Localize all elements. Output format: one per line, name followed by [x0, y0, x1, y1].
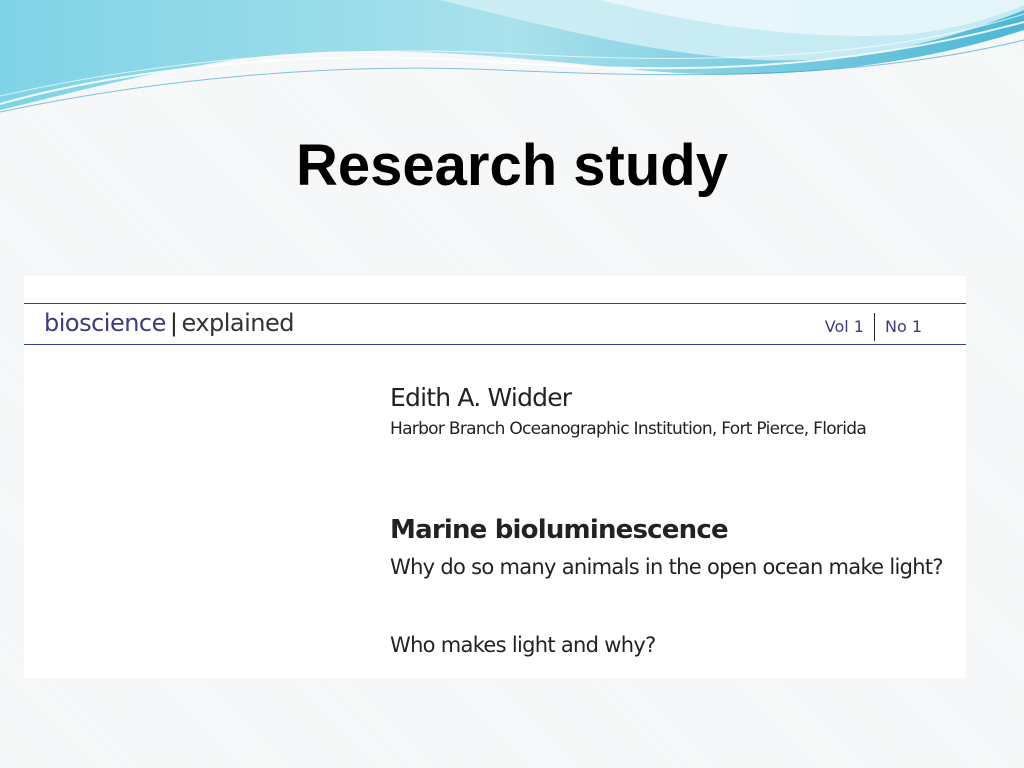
journal-brand: bioscience | explained: [44, 307, 295, 339]
author-affiliation: Harbor Branch Oceanographic Institution,…: [390, 419, 867, 439]
volume-info: Vol 1 No 1: [825, 313, 922, 341]
journal-header: bioscience | explained Vol 1 No 1: [24, 303, 966, 345]
article-title: Marine bioluminescence: [390, 515, 729, 545]
issue-number: No 1: [884, 317, 922, 336]
section-heading: Who makes light and why?: [390, 633, 656, 657]
brand-part1: bioscience: [44, 309, 166, 337]
article-subtitle: Why do so many animals in the open ocean…: [390, 555, 944, 579]
article-excerpt: bioscience | explained Vol 1 No 1 Edith A.…: [24, 276, 966, 678]
brand-part2: explained: [181, 309, 295, 337]
brand-separator: |: [169, 309, 178, 337]
slide-title: Research study: [296, 133, 728, 198]
author-name: Edith A. Widder: [390, 383, 572, 412]
volume-divider: [873, 313, 875, 341]
wave-banner: [0, 0, 1024, 113]
slide: Research study bioscience | explained Vol …: [0, 0, 1024, 768]
volume-number: Vol 1: [824, 317, 864, 336]
